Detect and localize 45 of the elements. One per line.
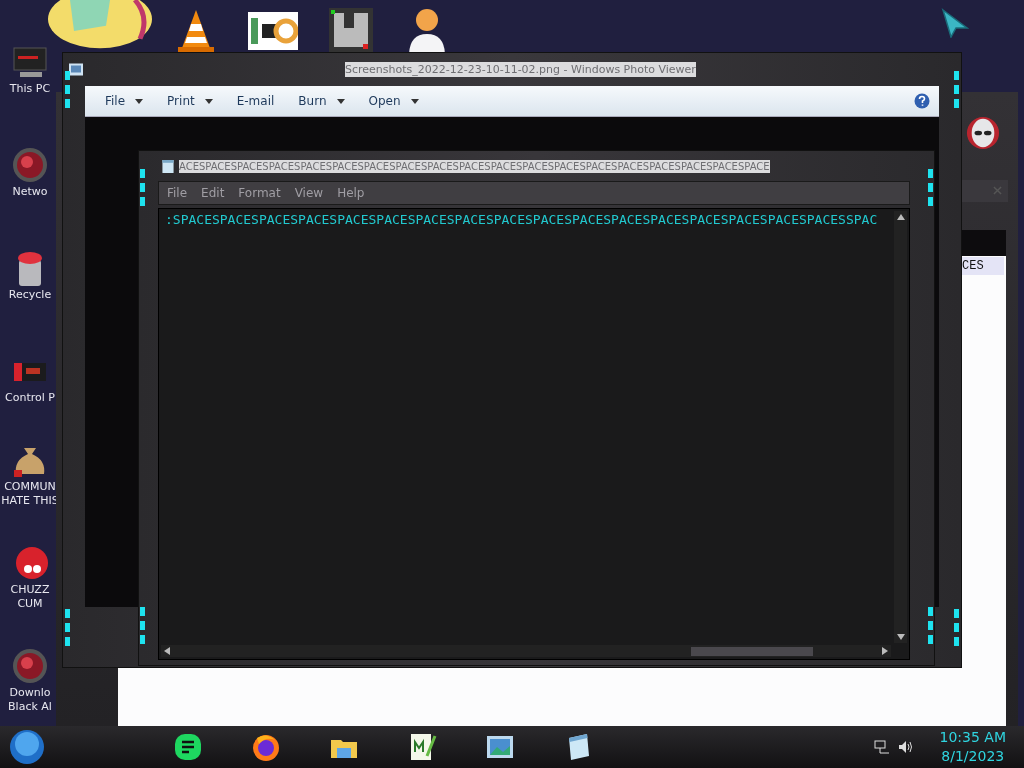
start-orb-icon[interactable] [9,729,45,765]
traffic-cone-icon[interactable] [176,8,216,54]
toolbar-menu-button[interactable]: Open [368,91,433,111]
menu-item[interactable]: View [294,186,324,200]
scroll-up-icon[interactable] [896,214,905,220]
toolbar-menu-button[interactable]: Print [167,91,227,111]
orb-icon[interactable] [10,646,50,686]
notepad-icon [161,159,175,173]
browser-icon[interactable] [251,732,281,762]
image-icon [69,63,83,76]
desktop-icon-label[interactable]: Downlo Black Al [8,686,52,714]
desktop-icon-label[interactable]: This PC [9,82,51,96]
document-text: :SPACESPACESPACESPACESPACESPACESPACESPACESPACESPACESPACESPACESPACESPACESPACESPACESPACESSPAC [165,212,878,227]
vertical-scrollbar[interactable] [894,211,907,643]
scroll-right-icon[interactable] [882,647,888,655]
desktop-icon-label[interactable]: Recycle [8,288,52,302]
menu-item[interactable]: Format [238,186,281,200]
menu-item[interactable]: Edit [201,186,225,200]
network-icon[interactable] [873,739,890,755]
chat-bubble-icon[interactable] [173,732,203,762]
window-title: Screenshots_2022-12-23-10-11-02.png - Windows Photo Viewer [345,62,696,77]
scroll-left-icon[interactable] [164,647,170,655]
person-icon[interactable] [406,6,448,54]
desktop-icon-label[interactable]: Control P [5,391,55,405]
menu-item[interactable]: File [167,186,188,200]
volume-icon[interactable] [897,739,914,755]
toolbar-menu-button[interactable]: File [105,91,158,111]
list-row[interactable]: CES [962,257,1004,275]
horizontal-scrollbar[interactable] [161,645,891,657]
clock-time[interactable]: 10:35 AM [939,728,1006,747]
maze-icon[interactable] [329,8,373,52]
window-title: ACESPACESPACESPACESPACESPACESPACESPACESPACESPACESPACESPACESPACESPACESPACESPACESPACESPACESPACE [179,159,770,173]
desktop-icon-label[interactable]: Netwo [12,185,48,199]
desktop-icon-label[interactable]: CHUZZ CUM [10,583,50,611]
orb-icon[interactable] [10,145,50,185]
scroll-down-icon[interactable] [896,634,905,640]
alien-head-icon[interactable] [966,116,1000,150]
toolbar-menu-button[interactable]: Burn [298,91,359,111]
menu-item[interactable]: Help [337,186,365,200]
clock-date[interactable]: 8/1/2023 [941,747,1005,766]
cursor-icon [941,8,969,38]
text-area[interactable]: :SPACESPACESPACESPACESPACESPACESPACESPACESPACESPACESPACESPACESPACESPACESPACESPACESPACESSPAC [158,208,910,660]
scroll-thumb[interactable] [691,646,813,656]
toolbar-menu-button[interactable]: E-mail [236,91,289,111]
help-icon[interactable] [914,93,930,109]
